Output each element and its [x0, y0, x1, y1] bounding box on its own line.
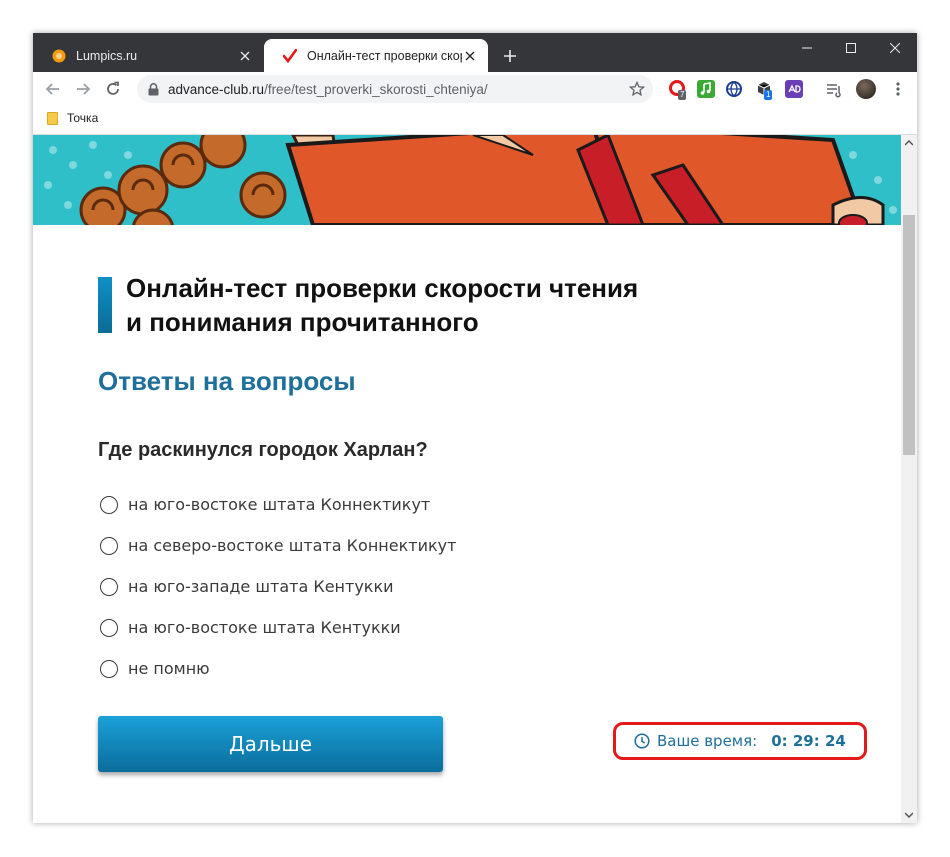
url-path: /free/test_proverki_skorosti_chteniya/ — [264, 81, 488, 97]
globe-extension-icon[interactable] — [725, 80, 743, 98]
url-domain: advance-club.ru — [168, 81, 265, 97]
next-button[interactable]: Дальше — [98, 716, 443, 772]
close-icon — [890, 43, 900, 53]
music-extension-icon[interactable] — [697, 80, 715, 98]
radio-button[interactable] — [100, 495, 118, 514]
browser-toolbar: advance-club.ru/free/test_proverki_skoro… — [33, 72, 917, 106]
scroll-down-button[interactable] — [901, 807, 917, 823]
tab-title: Онлайн-тест проверки скорости — [307, 48, 462, 63]
question-text: Где раскинулся городок Харлан? — [98, 439, 428, 461]
tab-strip: Lumpics.ru Онлайн-тест проверки скорости — [33, 33, 917, 72]
timer-label: Ваше время: — [657, 732, 758, 750]
caret-up-icon — [905, 140, 913, 146]
minimize-icon — [802, 47, 812, 49]
tab-title: Lumpics.ru — [76, 48, 138, 63]
tab-reading-test[interactable]: Онлайн-тест проверки скорости — [264, 39, 488, 72]
new-tab-button[interactable] — [499, 45, 521, 67]
orange-circle-icon — [51, 48, 67, 64]
heading-accent-bar — [98, 277, 112, 333]
back-button[interactable] — [41, 77, 65, 101]
kebab-menu-icon — [896, 82, 900, 96]
radio-button[interactable] — [100, 577, 118, 596]
vertical-scrollbar[interactable] — [901, 135, 917, 823]
bookmark-label: Точка — [67, 111, 99, 125]
radio-button[interactable] — [100, 618, 118, 637]
star-icon[interactable] — [629, 81, 645, 97]
scroll-thumb[interactable] — [903, 215, 915, 455]
close-window-button[interactable] — [873, 33, 917, 63]
avatar[interactable] — [856, 79, 876, 99]
answer-label: на юго-западе штата Кентукки — [128, 577, 394, 596]
reload-button[interactable] — [101, 77, 125, 101]
answer-label: на северо-востоке штата Коннектикут — [128, 536, 457, 555]
answer-label: не помню — [128, 659, 210, 678]
plus-icon — [504, 50, 516, 62]
close-icon[interactable] — [237, 48, 253, 64]
scroll-up-button[interactable] — [901, 135, 917, 151]
arrow-right-icon — [77, 83, 91, 95]
caret-down-icon — [905, 812, 913, 818]
bookmarks-bar: Точка — [33, 106, 917, 135]
extension-badge: 1 — [764, 90, 773, 100]
extension-red-icon[interactable]: 7 — [669, 80, 687, 100]
page-title-line: Онлайн-тест проверки скорости чтения — [126, 273, 639, 303]
address-bar[interactable]: advance-club.ru/free/test_proverki_skoro… — [137, 75, 653, 103]
tab-lumpics[interactable]: Lumpics.ru — [33, 39, 263, 72]
radio-button[interactable] — [100, 536, 118, 555]
maximize-button[interactable] — [829, 33, 873, 63]
hero-illustration — [33, 135, 901, 225]
folder-icon — [47, 111, 58, 125]
answer-option[interactable]: на юго-западе штата Кентукки — [100, 577, 394, 596]
red-checkmark-icon — [282, 48, 298, 64]
forward-button[interactable] — [71, 77, 95, 101]
minimize-button[interactable] — [785, 33, 829, 63]
extension-badge: 7 — [678, 90, 687, 100]
timer-display: Ваше время: 0: 29: 24 — [613, 722, 867, 760]
ad-extension-icon[interactable] — [785, 80, 803, 98]
cube-extension-icon[interactable]: 1 — [755, 80, 773, 100]
close-icon[interactable] — [462, 48, 478, 64]
browser-window: Lumpics.ru Онлайн-тест проверки скорости — [33, 33, 917, 823]
page-viewport: Онлайн-тест проверки скорости чтения и п… — [33, 135, 901, 823]
radio-button[interactable] — [100, 659, 118, 678]
menu-button[interactable] — [889, 80, 907, 98]
reload-icon — [107, 81, 119, 95]
clock-icon — [634, 733, 650, 749]
reading-list-icon[interactable] — [825, 80, 843, 98]
page-title: Онлайн-тест проверки скорости чтения и п… — [126, 271, 726, 339]
answer-option[interactable]: не помню — [100, 659, 210, 678]
lock-icon — [146, 82, 160, 96]
timer-value: 0: 29: 24 — [771, 732, 846, 750]
arrow-left-icon — [45, 83, 59, 95]
maximize-icon — [846, 43, 856, 53]
page-title-line: и понимания прочитанного — [126, 307, 479, 337]
answer-option[interactable]: на северо-востоке штата Коннектикут — [100, 536, 456, 555]
section-title: Ответы на вопросы — [98, 366, 356, 396]
bookmark-item[interactable]: Точка — [47, 111, 98, 125]
answer-label: на юго-востоке штата Коннектикут — [128, 495, 431, 514]
answer-option[interactable]: на юго-востоке штата Кентукки — [100, 618, 401, 637]
url-text: advance-club.ru/free/test_proverki_skoro… — [168, 82, 488, 97]
answer-option[interactable]: на юго-востоке штата Коннектикут — [100, 495, 430, 514]
answer-label: на юго-востоке штата Кентукки — [128, 618, 401, 637]
